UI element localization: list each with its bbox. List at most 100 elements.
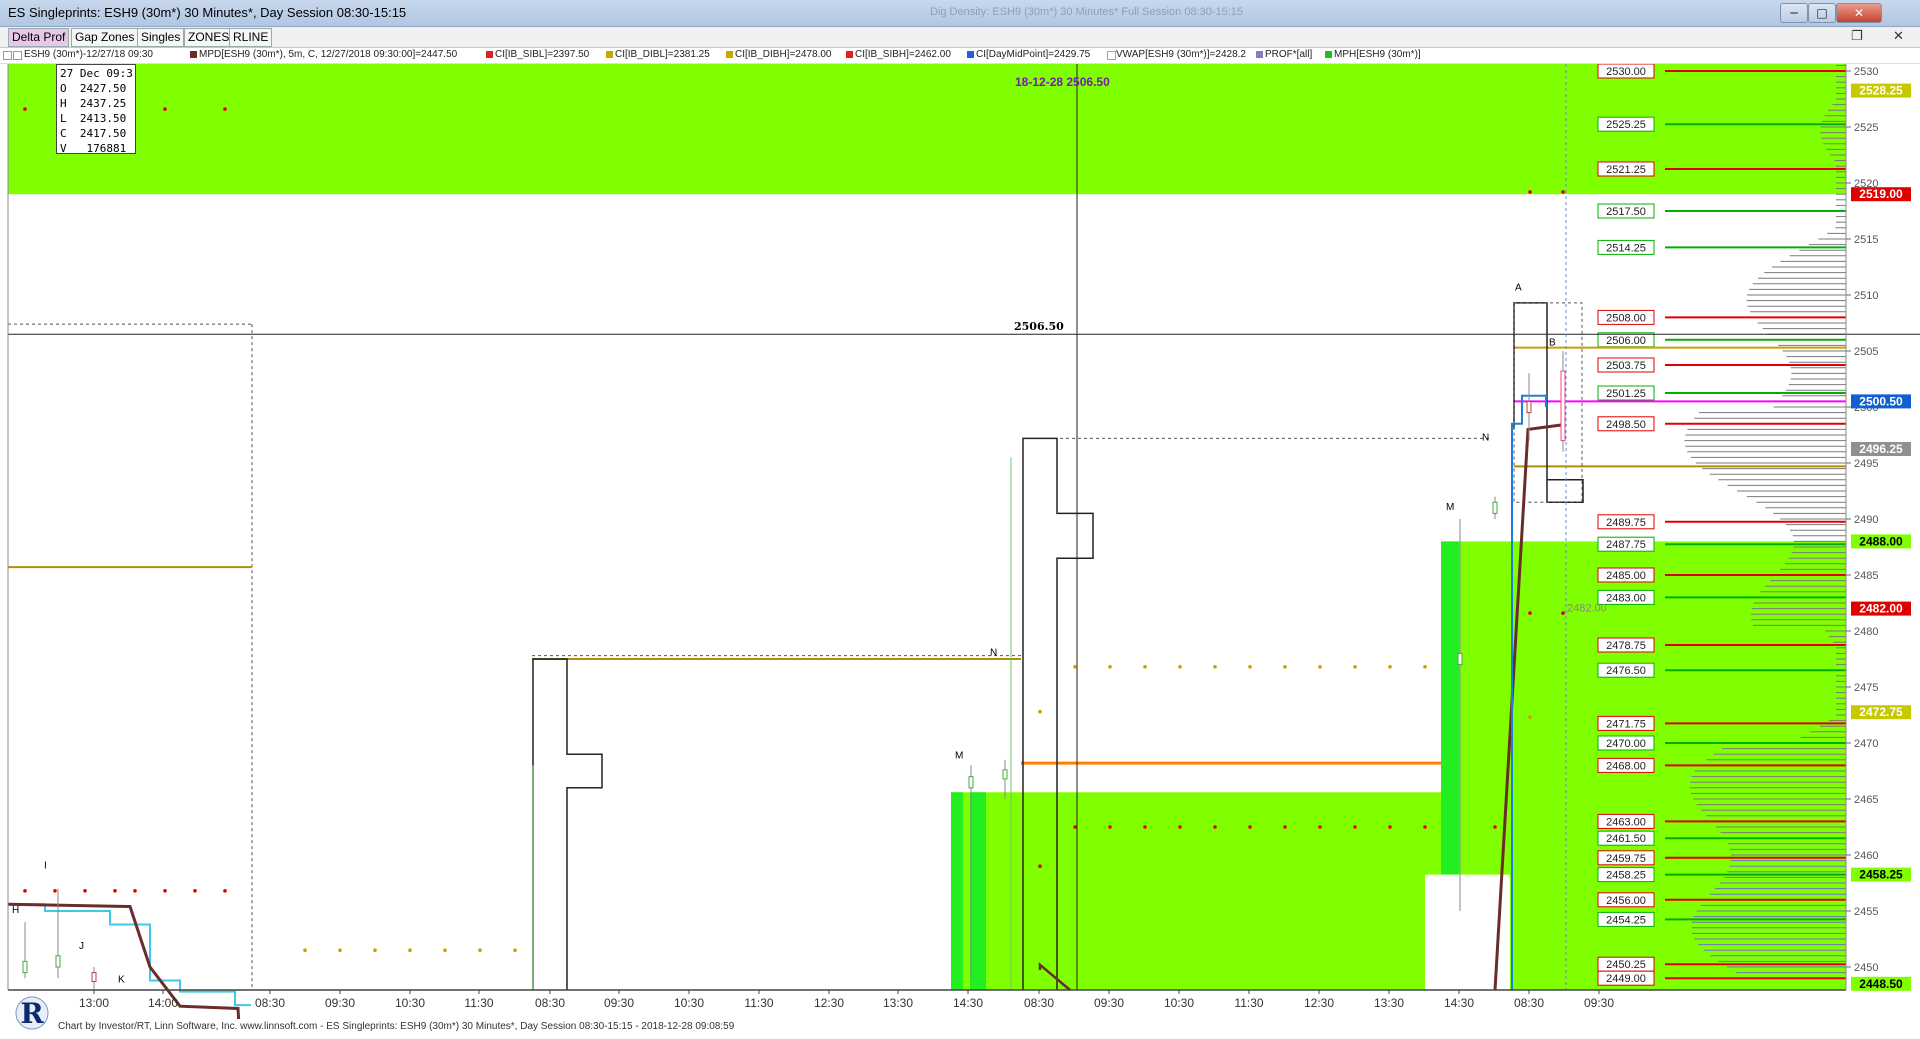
sibl-dot	[53, 889, 57, 893]
price-tick-label: 2450	[1854, 962, 1878, 974]
level-label: 2514.25	[1606, 242, 1646, 254]
legend-item-mpd[interactable]: MPD[ESH9 (30m*), 5m, C, 12/27/2018 09:30…	[199, 49, 457, 60]
legend-item-vwap[interactable]: VWAP[ESH9 (30m*)]=2428.2	[1116, 49, 1246, 60]
time-tick-label: 11:30	[464, 996, 493, 1010]
chart-footer: R Chart by Investor/RT, Linn Software, I…	[0, 996, 1920, 1039]
price-tick-label: 2460	[1854, 850, 1878, 862]
delta-prof-button[interactable]: Delta Prof	[8, 28, 70, 47]
close-chart-icon[interactable]: ✕	[1893, 29, 1904, 44]
single-print-column	[951, 792, 963, 990]
price-marker-label: 2519.00	[1859, 187, 1903, 201]
price-tick-label: 2455	[1854, 906, 1878, 918]
background-window-title: Dig Density: ESH9 (30m*) 30 Minutes* Ful…	[930, 6, 1244, 18]
sibl-dot	[163, 889, 167, 893]
indicator-legend: ESH9 (30m*)-12/27/18 09:30 MPD[ESH9 (30m…	[0, 48, 1920, 64]
maximize-button[interactable]: □	[1808, 3, 1836, 23]
tpo-letter: M	[955, 751, 963, 762]
candle	[1526, 400, 1532, 414]
dib-dot	[338, 948, 342, 952]
legend-item-ib-dibh[interactable]: CI[IB_DIBH]=2478.00	[735, 49, 831, 60]
ohlc-close: C 2417.50	[60, 127, 127, 140]
level-label: 2461.50	[1606, 833, 1646, 845]
legend-item-daymidpoint[interactable]: CI[DayMidPoint]=2429.75	[976, 49, 1090, 60]
time-tick-label: 08:30	[1024, 996, 1054, 1010]
legend-item-ib-sibh[interactable]: CI[IB_SIBH]=2462.00	[855, 49, 951, 60]
level-label: 2458.25	[1606, 870, 1646, 882]
legend-item-symbol[interactable]: ESH9 (30m*)-12/27/18 09:30	[24, 49, 153, 60]
level-label: 2471.75	[1606, 718, 1646, 730]
price-chart[interactable]: 2530.00 2525.25 2521.25 2517.50 2514.25 2508.…	[0, 59, 1920, 1039]
singles-button[interactable]: Singles	[137, 28, 185, 47]
level-label: 2485.00	[1606, 570, 1646, 582]
legend-swatch	[13, 51, 22, 60]
level-label: 2525.25	[1606, 119, 1646, 131]
legend-item-ib-dibl[interactable]: CI[IB_DIBL]=2381.25	[615, 49, 710, 60]
dib-dot	[443, 948, 447, 952]
level-label: 2503.75	[1606, 360, 1646, 372]
restore-icon[interactable]: ❐	[1851, 29, 1863, 44]
price-tick-label: 2475	[1854, 682, 1878, 694]
footer-credit: Chart by Investor/RT, Linn Software, Inc…	[58, 1021, 735, 1032]
price-tick-label: 2525	[1854, 122, 1878, 134]
ohlc-volume: V 176881	[60, 142, 127, 155]
time-tick-label: 13:30	[1374, 996, 1404, 1010]
rline-button[interactable]: RLINE	[229, 28, 273, 47]
candle	[1457, 652, 1463, 666]
legend-item-mph[interactable]: MPH[ESH9 (30m*)]	[1334, 49, 1421, 60]
gap-zones-button[interactable]: Gap Zones	[71, 28, 139, 47]
price-marker-label: 2482.00	[1859, 602, 1903, 616]
dib-dot	[373, 948, 377, 952]
dib-dot	[1213, 665, 1217, 669]
level-label: 2450.25	[1606, 959, 1646, 971]
candle	[91, 972, 97, 983]
upper-gap-zone	[8, 64, 1846, 195]
price-tick-label: 2515	[1854, 234, 1878, 246]
tpo-letter: N	[990, 648, 997, 659]
sib-dot	[1353, 825, 1357, 829]
sib-dot	[1423, 825, 1427, 829]
sibh-dot	[23, 107, 27, 111]
price-tick-label: 2485	[1854, 570, 1878, 582]
chart-area[interactable]: 2530.00 2525.25 2521.25 2517.50 2514.25 2508.…	[0, 59, 1920, 1039]
window-title: ES Singleprints: ESH9 (30m*) 30 Minutes*…	[8, 5, 407, 20]
price-marker-label: 2472.75	[1859, 705, 1903, 719]
crosshair-price-label: 2506.50	[1014, 320, 1064, 333]
price-marker-label: 2488.00	[1859, 534, 1903, 548]
time-tick-label: 11:30	[744, 996, 773, 1010]
time-tick-label: 12:30	[1304, 996, 1334, 1010]
level-label: 2530.00	[1606, 66, 1646, 78]
sibl-dot	[133, 889, 137, 893]
minimize-button[interactable]: ─	[1780, 3, 1808, 23]
dib-dot	[1318, 665, 1322, 669]
level-label: 2487.75	[1606, 539, 1646, 551]
sib-dot	[1318, 825, 1322, 829]
legend-swatch	[726, 51, 733, 58]
legend-swatch	[846, 51, 853, 58]
time-tick-label: 09:30	[1094, 996, 1124, 1010]
tpo-letter: N	[1482, 433, 1489, 444]
time-tick-label: 14:30	[1444, 996, 1474, 1010]
ohlc-date: 27 Dec 09:3	[60, 67, 133, 80]
indicator-toolbar: Delta Prof Gap Zones Singles ZONES RLINE…	[0, 27, 1920, 48]
time-tick-label: 08:30	[255, 996, 285, 1010]
candle	[968, 776, 974, 789]
sib-dot	[1143, 825, 1147, 829]
time-tick-label: 12:30	[814, 996, 844, 1010]
zones-button[interactable]: ZONES	[184, 28, 234, 47]
legend-item-prof[interactable]: PROF*[all]	[1265, 49, 1312, 60]
candle	[1492, 501, 1498, 514]
session-profile-outline	[532, 658, 603, 990]
tpo-letter: J	[79, 941, 84, 952]
dib-dot	[1353, 665, 1357, 669]
candle	[55, 955, 61, 968]
dib-dot	[1073, 665, 1077, 669]
legend-item-ib-sibl[interactable]: CI[IB_SIBL]=2397.50	[495, 49, 589, 60]
dib-dot	[1388, 665, 1392, 669]
close-button[interactable]: ✕	[1836, 3, 1882, 23]
tpo-letter: K	[118, 975, 125, 986]
ohlc-data-box: 27 Dec 09:3 O 2427.50 H 2437.25 L 2413.5…	[56, 64, 136, 155]
sib-dot	[1073, 825, 1077, 829]
legend-swatch	[190, 51, 197, 58]
ohlc-open: O 2427.50	[60, 82, 127, 95]
dib-dot	[1283, 665, 1287, 669]
